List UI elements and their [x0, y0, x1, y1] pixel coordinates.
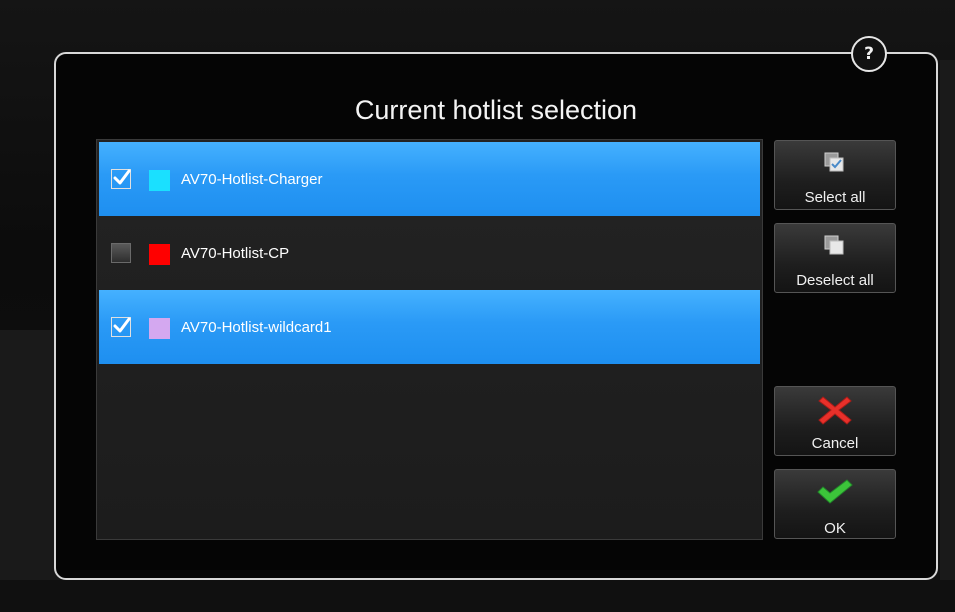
hotlist-label: AV70-Hotlist-CP — [181, 245, 290, 262]
hotlist-item-wildcard1[interactable]: AV70-Hotlist-wildcard1 — [99, 290, 760, 364]
select-all-button[interactable]: Select all — [774, 140, 896, 210]
hotlist-label: AV70-Hotlist-Charger — [181, 171, 323, 188]
help-button[interactable]: ? — [851, 36, 887, 72]
deselect-all-button[interactable]: Deselect all — [774, 223, 896, 293]
hotlist-color-swatch — [149, 244, 170, 265]
hotlist-checkbox-charger[interactable] — [111, 169, 131, 189]
background-panel-right — [940, 60, 955, 580]
deselect-all-label: Deselect all — [796, 272, 874, 289]
hotlist-checkbox-cp[interactable] — [111, 243, 131, 263]
hotlist-list: AV70-Hotlist-Charger AV70-Hotlist-CP AV7… — [96, 139, 763, 540]
hotlist-color-swatch — [149, 318, 170, 339]
background-panel-left — [0, 330, 60, 580]
hotlist-color-swatch — [149, 170, 170, 191]
green-check-icon — [817, 479, 853, 504]
cancel-button[interactable]: Cancel — [774, 386, 896, 456]
checkmark-icon — [113, 317, 131, 333]
select-all-icon — [824, 152, 844, 172]
checkmark-icon — [113, 169, 131, 185]
hotlist-checkbox-wildcard1[interactable] — [111, 317, 131, 337]
ok-button[interactable]: OK — [774, 469, 896, 539]
hotlist-label: AV70-Hotlist-wildcard1 — [181, 319, 332, 336]
select-all-label: Select all — [804, 189, 866, 206]
deselect-all-icon — [824, 235, 844, 255]
dialog-title: Current hotlist selection — [354, 95, 638, 125]
red-x-icon — [818, 396, 852, 425]
hotlist-item-charger[interactable]: AV70-Hotlist-Charger — [99, 142, 760, 216]
ok-label: OK — [824, 520, 846, 537]
cancel-label: Cancel — [811, 435, 859, 452]
hotlist-item-cp[interactable]: AV70-Hotlist-CP — [99, 216, 760, 290]
